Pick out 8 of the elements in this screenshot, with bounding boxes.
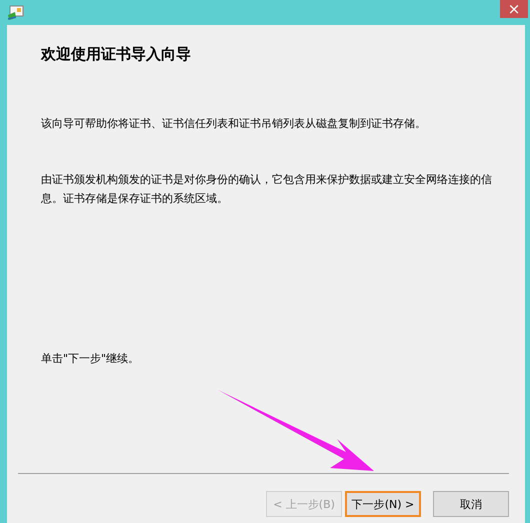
- close-button[interactable]: ×: [500, 0, 528, 18]
- certificate-icon: [7, 5, 25, 21]
- instruction-text: 单击"下一步"继续。: [41, 351, 140, 367]
- wizard-button[interactable]: 下一步(N) >: [345, 491, 421, 517]
- description-text: 该向导可帮助你将证书、证书信任列表和证书吊销列表从磁盘复制到证书存储。: [41, 116, 427, 132]
- wizard-button[interactable]: 取消: [433, 491, 509, 517]
- description-text: 由证书颁发机构颁发的证书是对你身份的确认，它包含用来保护数据或建立安全网络连接的信息。证书存储是保存证书的系统区域。: [41, 172, 493, 207]
- wizard-title: 欢迎使用证书导入向导: [41, 44, 192, 64]
